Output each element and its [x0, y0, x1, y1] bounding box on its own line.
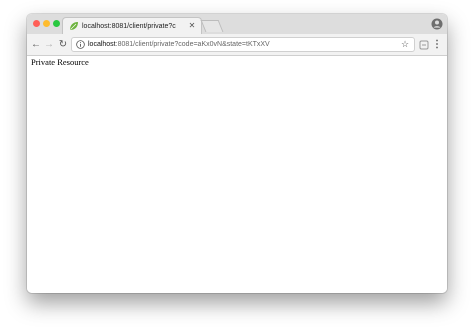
new-tab-button[interactable]	[200, 20, 224, 32]
maximize-window-button[interactable]	[53, 20, 60, 27]
forward-button[interactable]: →	[43, 38, 55, 51]
menu-icon[interactable]: ⋮	[432, 38, 442, 51]
back-button[interactable]: ←	[30, 38, 42, 51]
info-icon[interactable]	[76, 40, 85, 49]
browser-window: localhost:8081/client/private?c ✕ ← → ↻ …	[27, 14, 447, 293]
tab-title: localhost:8081/client/private?c	[82, 23, 176, 30]
reload-button[interactable]: ↻	[57, 38, 69, 51]
url-text[interactable]: localhost:8081/client/private?code=aKx0v…	[88, 38, 388, 51]
address-bar[interactable]: localhost:8081/client/private?code=aKx0v…	[71, 37, 415, 52]
tab-close-icon[interactable]: ✕	[187, 20, 197, 32]
url-host: localhost	[88, 41, 116, 48]
tab-active[interactable]: localhost:8081/client/private?c ✕	[62, 17, 202, 34]
extension-icon[interactable]	[418, 39, 430, 51]
minimize-window-button[interactable]	[43, 20, 50, 27]
leaf-icon	[70, 22, 78, 30]
title-bar: localhost:8081/client/private?c ✕	[27, 14, 447, 34]
bookmark-star-icon[interactable]: ☆	[399, 38, 411, 51]
profile-icon[interactable]	[431, 18, 443, 30]
page-body-text: Private Resource	[31, 57, 89, 67]
url-path: :8081/client/private?code=aKx0vN&state=t…	[115, 41, 270, 48]
page-content: Private Resource	[27, 56, 447, 293]
close-window-button[interactable]	[33, 20, 40, 27]
toolbar: ← → ↻ localhost:8081/client/private?code…	[27, 34, 447, 56]
